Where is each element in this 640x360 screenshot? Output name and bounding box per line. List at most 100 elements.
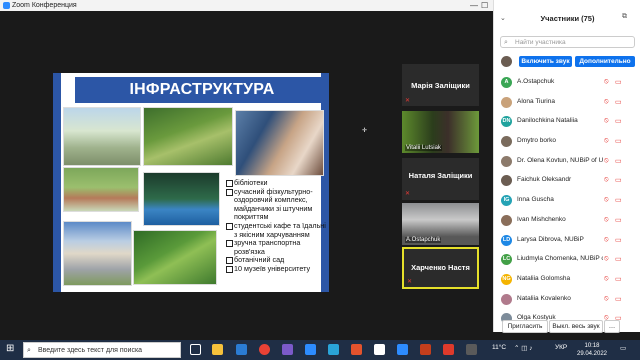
muted-mic-icon: ⦸	[604, 156, 609, 164]
park-photo	[143, 107, 233, 166]
enable-sound-button[interactable]: Включить звук	[519, 56, 572, 67]
participant-name: Faichuk Oleksandr	[517, 176, 572, 184]
cursor-icon: ✛	[362, 128, 368, 134]
viber-icon[interactable]	[282, 344, 293, 355]
muted-mic-icon: ⦸	[604, 255, 609, 263]
popout-icon[interactable]: ⧉	[622, 13, 627, 21]
botanical-garden-photo	[133, 230, 217, 285]
muted-mic-icon: ⦸	[604, 294, 609, 302]
participant-name: Liudmyla Chornenka, NUBiP of ...	[517, 255, 603, 263]
telegram-icon[interactable]	[328, 344, 339, 355]
video-off-icon: ▭	[615, 256, 622, 264]
clock[interactable]: 10:18 29.04.2022	[572, 342, 612, 358]
participant-row[interactable]: Dmytro borko ⦸ ▭	[494, 132, 640, 152]
video-off-icon: ▭	[615, 197, 622, 205]
participant-row[interactable]: LD Larysa Dibrova, NUBiP ⦸ ▭	[494, 231, 640, 251]
muted-mic-icon: ⦸	[604, 215, 609, 223]
video-tile-1[interactable]: Марія Заліщики ✕	[402, 64, 479, 106]
zoom-taskbar-icon[interactable]	[305, 344, 316, 355]
participant-row[interactable]: Dr. Olena Kovtun, NUBiP of Ukr...⦸ ▭	[494, 152, 640, 172]
stadium-photo	[63, 167, 139, 212]
video-off-icon: ▭	[615, 118, 622, 126]
task-view-icon[interactable]	[190, 344, 201, 355]
participant-row[interactable]: Alona Tiurina ⦸ ▭	[494, 93, 640, 113]
participant-row[interactable]: A A.Ostapchuk ⦸ ▭	[494, 73, 640, 93]
taskbar-search-placeholder: Введите здесь текст для поиска	[38, 347, 143, 354]
edge-icon[interactable]	[236, 344, 247, 355]
avatar	[501, 293, 512, 305]
taskbar: ⊞ ⌕ Введите здесь текст для поиска 11°C …	[0, 340, 640, 360]
bullet-item: студентські кафе та їдальні з якісним ха…	[225, 221, 329, 239]
video-off-icon: ▭	[615, 177, 622, 185]
participant-name: Larysa Dibrova, NUBiP	[517, 235, 584, 243]
mute-all-button[interactable]: Выкл. весь звук	[549, 320, 603, 333]
file-explorer-icon[interactable]	[212, 344, 223, 355]
avatar	[501, 96, 512, 108]
language-indicator[interactable]: УКР	[555, 344, 567, 351]
avatar: DN	[501, 116, 512, 128]
app-icon[interactable]	[397, 344, 408, 355]
avatar	[501, 155, 512, 167]
muted-mic-icon: ✕	[405, 98, 411, 104]
participant-name: Alona Tiurina	[517, 97, 555, 105]
chrome-icon[interactable]	[259, 344, 270, 355]
app-icon[interactable]	[374, 344, 385, 355]
avatar	[501, 175, 512, 187]
participant-name: Inna Guscha	[517, 196, 554, 204]
participant-row[interactable]: DN Danilochkina Nataliia ⦸ ▭	[494, 112, 640, 132]
slide-title: ІНФРАСТРУКТУРА УНІВЕРСТЕТУ	[75, 77, 329, 124]
more-options-button[interactable]: …	[604, 320, 620, 333]
app-icon[interactable]	[351, 344, 362, 355]
video-off-icon: ▭	[615, 157, 622, 165]
taskbar-search-input[interactable]: ⌕ Введите здесь текст для поиска	[23, 342, 181, 358]
participant-row[interactable]: Ivan Mishchenko ⦸ ▭	[494, 211, 640, 231]
pdf-icon[interactable]	[443, 344, 454, 355]
avatar	[501, 56, 512, 67]
video-tile-2[interactable]: Vitalii Lutsiak	[402, 111, 479, 153]
video-tile-5-active-speaker[interactable]: Харченко Настя ✕	[402, 247, 479, 289]
bullet-item: 10 музеїв університету	[225, 264, 329, 274]
powerpoint-icon[interactable]	[420, 344, 431, 355]
campus-aerial-photo	[63, 107, 141, 166]
window-title: Zoom Конференция	[12, 2, 77, 9]
search-placeholder: Найти участника	[515, 39, 566, 46]
avatar: LC	[501, 254, 512, 266]
video-off-icon: ▭	[615, 138, 622, 146]
search-icon: ⌕	[504, 39, 508, 46]
more-button[interactable]: Дополнительно	[575, 56, 635, 67]
participant-name: Danilochkina Nataliia	[517, 117, 578, 125]
avatar: A	[501, 77, 512, 88]
tile-name: Наталя Заліщики	[408, 171, 473, 180]
tray-icons[interactable]: ⌃ ◫ ♪	[514, 344, 532, 352]
participant-row[interactable]: NG Nataliia Golomsha ⦸ ▭	[494, 270, 640, 290]
participant-name: Nataliia Kovalenko	[517, 294, 571, 302]
video-tile-3[interactable]: Наталя Заліщики ✕	[402, 158, 479, 200]
minimize-icon[interactable]: —	[470, 1, 478, 10]
muted-mic-icon: ⦸	[604, 117, 609, 125]
participant-search-input[interactable]: ⌕ Найти участника	[500, 36, 635, 48]
windows-start-icon[interactable]: ⊞	[6, 344, 14, 354]
app-icon[interactable]	[466, 344, 477, 355]
notification-icon[interactable]: ▭	[620, 344, 626, 352]
participant-name: Nataliia Golomsha	[517, 274, 571, 282]
participant-row[interactable]: Nataliia Kovalenko ⦸ ▭	[494, 290, 640, 310]
host-row: Включить звук Дополнительно	[494, 55, 640, 69]
clock-date: 29.04.2022	[576, 351, 608, 357]
participant-row[interactable]: Faichuk Oleksandr ⦸ ▭	[494, 171, 640, 191]
weather-text[interactable]: 11°C	[492, 344, 506, 351]
video-off-icon: ▭	[615, 275, 622, 283]
title-bar: Zoom Конференция	[0, 0, 493, 11]
participant-row[interactable]: IG Inna Guscha ⦸ ▭	[494, 191, 640, 211]
invite-button[interactable]: Пригласить	[502, 320, 548, 333]
video-tile-4[interactable]: A.Ostapchuk	[402, 203, 479, 245]
tile-name: Марія Заліщики	[411, 81, 470, 90]
video-off-icon: ▭	[615, 236, 622, 244]
library-photo	[235, 110, 324, 176]
avatar: LD	[501, 234, 512, 246]
muted-mic-icon: ✕	[407, 279, 413, 285]
participant-row[interactable]: LC Liudmyla Chornenka, NUBiP of ...⦸ ▭	[494, 250, 640, 270]
video-off-icon: ▭	[615, 79, 622, 86]
cafe-building-photo	[63, 221, 132, 286]
maximize-icon[interactable]: ☐	[481, 1, 488, 10]
zoom-logo-icon	[3, 2, 10, 9]
